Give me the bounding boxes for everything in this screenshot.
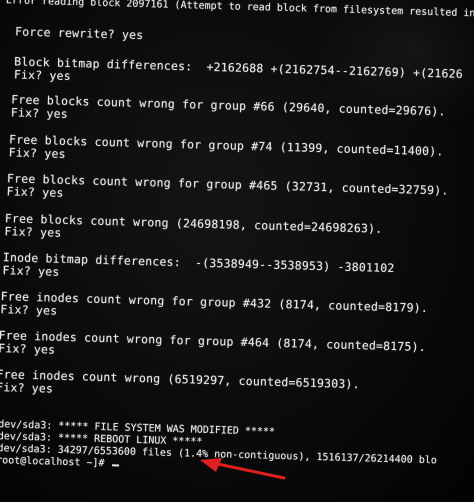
terminal-line: Fix? yes xyxy=(6,184,64,200)
shell-prompt[interactable]: [root@localhost ~]# xyxy=(0,454,120,471)
terminal-screen: Error reading block 2097161 (Attempt to … xyxy=(0,0,474,502)
terminal-line: Free inodes count wrong for group #464 (… xyxy=(0,328,427,355)
terminal-line: Free blocks count wrong for group #66 (2… xyxy=(11,92,446,119)
terminal-line: Inode bitmap differences: -(3538949--353… xyxy=(2,250,395,276)
terminal-line: Fix? yes xyxy=(10,105,69,121)
terminal-line: Block bitmap differences: +2162688 +(216… xyxy=(14,54,464,81)
terminal-line: Fix? yes xyxy=(0,341,56,357)
terminal-line: Free inodes count wrong for group #432 (… xyxy=(0,289,429,316)
red-arrow-annotation xyxy=(200,458,286,480)
terminal-line: Fix? yes xyxy=(0,302,58,318)
terminal-line: Free blocks count wrong for group #74 (1… xyxy=(8,132,444,159)
terminal-line: Fix? yes xyxy=(8,145,66,161)
terminal-line: Fix? yes xyxy=(2,263,60,279)
terminal-output: Error reading block 2097161 (Attempt to … xyxy=(0,0,474,502)
terminal-line: Force rewrite? yes xyxy=(14,24,144,43)
terminal-line: Fix? yes xyxy=(13,67,72,84)
terminal-line: Fix? yes xyxy=(4,224,62,240)
text-cursor xyxy=(112,464,120,467)
prompt-text: [root@localhost ~]# xyxy=(0,454,111,470)
terminal-line: Fix? yes xyxy=(0,380,54,396)
terminal-line: Free blocks count wrong for group #465 (… xyxy=(6,171,449,198)
terminal-line: Free inodes count wrong (6519297, counte… xyxy=(0,367,360,392)
